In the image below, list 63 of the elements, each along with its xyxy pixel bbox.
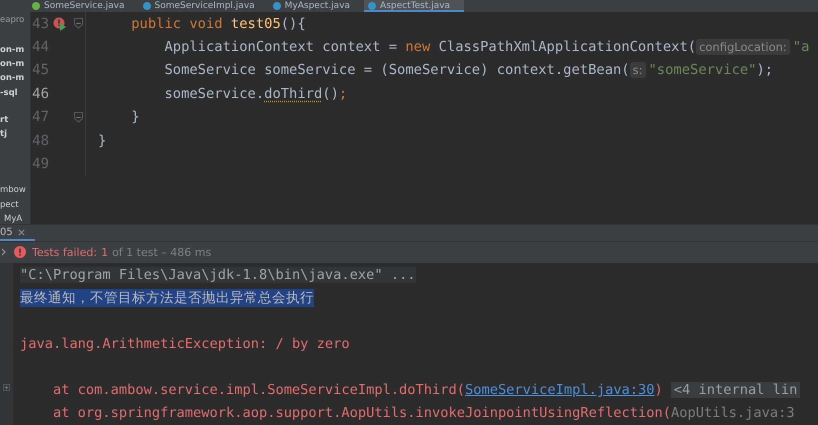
project-tree-item[interactable]: mbow — [0, 185, 26, 195]
project-tree-item[interactable]: on-m — [0, 73, 24, 83]
console-text: ) — [654, 382, 663, 398]
code-token: "a — [792, 39, 810, 56]
close-icon[interactable] — [18, 229, 25, 236]
line-number: 49 — [31, 156, 49, 172]
console-text: java.lang.ArithmeticException: / by zero — [20, 336, 350, 352]
console-text: at com.ambow.service.impl.SomeServiceImpl.doThird( — [52, 382, 465, 398]
console-text: "C:\Program Files\Java\jdk-1.8\bin\java.exe" ... — [20, 267, 416, 284]
test-summary: of 1 test – 486 ms — [112, 246, 212, 259]
line-number: 48 — [31, 132, 49, 149]
interface-file-icon — [32, 2, 40, 10]
project-tree-item[interactable]: on-m — [0, 45, 24, 55]
fold-icon[interactable] — [74, 18, 82, 30]
code-token: ); — [756, 62, 774, 78]
test-failed-run-icon[interactable] — [53, 16, 67, 31]
source-link[interactable]: SomeServiceImpl.java:30 — [464, 382, 655, 398]
code-token: (){ — [280, 16, 306, 32]
code-token: test05 — [230, 16, 281, 32]
line-number: 43 — [31, 16, 49, 32]
code-token: doThird — [264, 86, 322, 102]
line-number: 44 — [31, 39, 49, 56]
class-file-icon — [142, 2, 151, 10]
code-token: ClassPathXmlApplicationContext( — [438, 39, 696, 56]
project-tree-item[interactable]: tj — [0, 129, 7, 139]
class-file-icon — [272, 2, 281, 10]
run-tab[interactable]: 05 — [0, 225, 35, 241]
code-token: SomeService someService = (SomeService) context.getBean( — [163, 62, 630, 78]
code-token: ApplicationContext context = — [163, 39, 398, 56]
code-token: ; — [338, 86, 348, 102]
folded-frames-label[interactable]: <4 internal lin — [670, 382, 800, 398]
class-file-icon — [368, 2, 376, 10]
code-token: } — [130, 109, 140, 126]
code-token: () — [322, 86, 339, 102]
code-token: public void — [130, 16, 224, 32]
parameter-hint: s: — [630, 62, 646, 78]
editor-tab[interactable]: SomeServiceImpl.java — [138, 0, 269, 12]
error-icon — [14, 246, 26, 258]
line-number: 47 — [31, 109, 49, 126]
project-tree-item[interactable]: rt — [0, 115, 8, 125]
code-token: someService. — [163, 86, 264, 102]
editor-tab[interactable]: MyAspect.java — [268, 0, 364, 12]
project-tree-item[interactable]: MyA — [4, 214, 22, 224]
project-tree-item[interactable]: on-m — [0, 59, 24, 69]
console-text: 最终通知，不管目标方法是否抛出异常总会执行 — [20, 289, 314, 308]
fold-icon[interactable] — [74, 112, 82, 123]
code-token: "someService" — [648, 62, 756, 78]
project-tree-item[interactable]: -sql — [0, 88, 18, 98]
code-token: } — [98, 132, 106, 149]
console-text: at org.springframework.aop.support.AopUtils.invokeJoinpointUsingReflection( — [52, 405, 671, 422]
source-location: AopUtils.java:3 — [671, 405, 795, 422]
parameter-hint: configLocation: — [696, 39, 790, 56]
project-tree-item[interactable]: pect — [0, 200, 19, 210]
expand-icon[interactable] — [3, 384, 10, 391]
project-tree-item[interactable]: eapro — [0, 15, 24, 25]
line-number: 45 — [31, 62, 49, 78]
chevron-icon[interactable] — [1, 248, 6, 256]
line-number: 46 — [31, 86, 49, 102]
editor-tab[interactable]: SomeService.java — [28, 0, 139, 12]
tests-failed-label: Tests failed: — [32, 246, 98, 259]
editor-tab[interactable]: AspectTest.java — [364, 0, 464, 12]
failed-count: 1 — [101, 246, 108, 259]
code-token: new — [405, 39, 432, 56]
